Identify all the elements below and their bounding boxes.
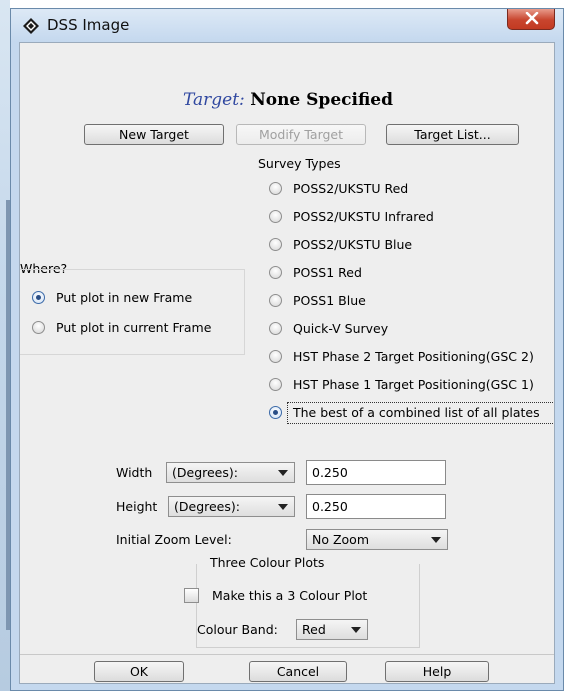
survey-option-label: POSS2/UKSTU Red [293,181,409,196]
chevron-down-icon [278,470,288,476]
survey-option-label: HST Phase 2 Target Positioning(GSC 2) [293,349,534,364]
chevron-down-icon [351,627,361,633]
zoom-select[interactable]: No Zoom [306,529,448,550]
dss-image-dialog: DSS Image Target: None Specified New Tar… [10,8,564,691]
colour-band-value: Red [302,622,326,637]
chevron-down-icon [431,537,441,543]
screen: DSS Image Target: None Specified New Tar… [0,0,564,691]
survey-option-label: HST Phase 1 Target Positioning(GSC 1) [293,377,534,392]
height-unit-value: (Degrees): [174,499,240,514]
new-target-button[interactable]: New Target [84,124,224,145]
radio-button[interactable] [269,182,282,195]
cancel-button[interactable]: Cancel [249,661,347,682]
three-colour-title: Three Colour Plots [208,555,327,570]
survey-option-label: Quick-V Survey [293,321,389,336]
make-3-colour-checkbox[interactable] [184,588,199,603]
height-unit-select[interactable]: (Degrees): [168,496,295,517]
survey-option-label: POSS1 Blue [293,293,366,308]
width-unit-select[interactable]: (Degrees): [166,462,295,483]
where-option-label: Put plot in new Frame [56,290,193,305]
radio-button[interactable] [32,321,45,334]
radio-button[interactable] [269,350,282,363]
target-label: Target: [182,90,245,110]
help-button[interactable]: Help [385,661,489,682]
radio-button[interactable] [269,322,282,335]
height-label: Height [116,499,158,514]
where-group [20,269,245,355]
width-unit-value: (Degrees): [172,465,238,480]
diamond-app-icon [23,18,39,34]
title-bar[interactable]: DSS Image [11,9,563,42]
radio-button[interactable] [269,294,282,307]
width-input[interactable]: 0.250 [306,460,446,485]
colour-band-select[interactable]: Red [296,619,368,640]
background-window-edge [0,0,10,691]
zoom-label: Initial Zoom Level: [116,532,232,547]
window-title: DSS Image [47,16,130,34]
ok-button[interactable]: OK [94,661,184,682]
survey-option-label: POSS2/UKSTU Blue [293,237,413,252]
radio-button[interactable] [269,378,282,391]
where-option-label: Put plot in current Frame [56,320,212,335]
modify-target-button[interactable]: Modify Target [236,124,366,145]
close-button[interactable] [507,9,555,30]
footer-divider [20,654,554,655]
radio-button[interactable] [269,238,282,251]
survey-option-label: POSS2/UKSTU Infrared [293,209,434,224]
survey-option-label: POSS1 Red [293,265,362,280]
zoom-value: No Zoom [312,532,370,547]
focus-outline [287,402,554,424]
height-input[interactable]: 0.250 [306,494,446,519]
target-list-button[interactable]: Target List... [386,124,519,145]
dialog-content: Target: None Specified New Target Modify… [19,42,555,684]
radio-button-selected[interactable] [32,291,45,304]
close-icon [525,12,539,25]
radio-button-selected[interactable] [269,406,282,419]
radio-button[interactable] [269,266,282,279]
colour-band-label: Colour Band: [197,622,278,637]
target-heading: Target: None Specified [20,90,554,110]
make-3-colour-label: Make this a 3 Colour Plot [212,588,368,603]
survey-types-title: Survey Types [258,156,341,171]
chevron-down-icon [278,504,288,510]
target-value: None Specified [250,90,394,110]
radio-button[interactable] [269,210,282,223]
width-label: Width [116,465,153,480]
